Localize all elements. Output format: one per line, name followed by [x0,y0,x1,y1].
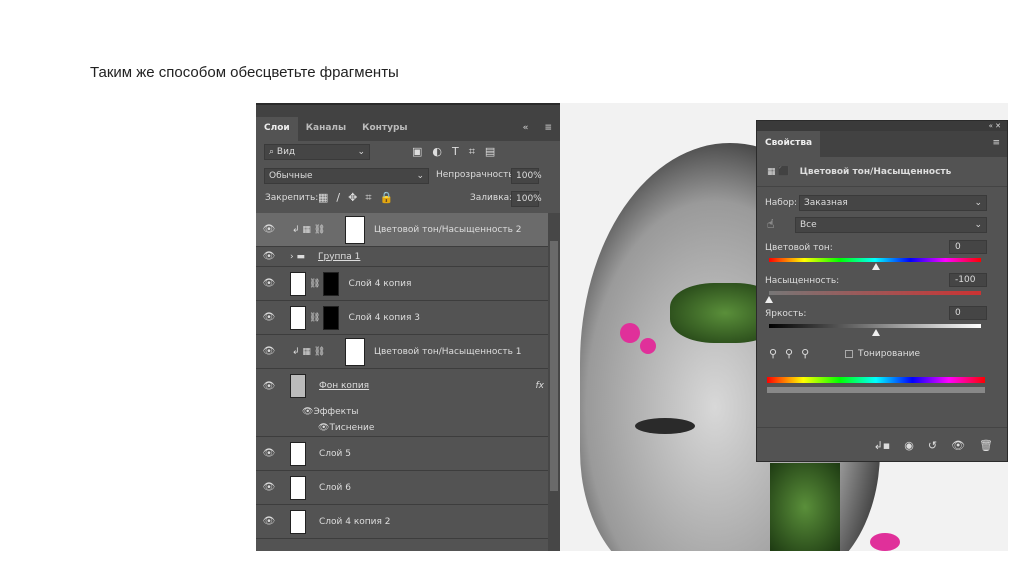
scrollbar[interactable] [548,213,560,551]
panel-menu-icon[interactable]: ≡ [536,117,560,141]
layer-row[interactable]: 👁 › ▬ Группа 1 [256,247,548,267]
reset-icon[interactable]: ↺ [928,439,937,452]
layer-row[interactable]: 👁 ↲ ▦ ⛓ Цветовой тон/Насыщенность 1 [256,335,548,369]
color-bar-top [767,377,985,383]
panel-close-icon[interactable]: « ✕ [757,121,1007,131]
blend-mode-select[interactable]: Обычные ⌄ [264,168,429,184]
layer-name: Группа 1 [318,251,361,262]
effect-name: Тиснение [329,423,375,433]
preset-value: Заказная [804,198,848,208]
visibility-eye-icon[interactable]: 👁 [256,482,282,493]
fx-icon[interactable]: fx [536,381,545,391]
layer-row[interactable]: 👁 ⛓ Слой 4 копия 3 [256,301,548,335]
lightness-label: Яркость: [765,309,807,319]
layer-name: Слой 5 [319,448,351,459]
tab-channels[interactable]: Каналы [298,117,354,141]
layers-panel: Слои Каналы Контуры « ≡ ⌕ Вид ⌄ ▣◐T⌗▤ Обы… [256,103,560,551]
visibility-eye-icon[interactable]: 👁 [256,448,282,459]
layer-name: Слой 4 копия [348,278,412,289]
layer-name: Слой 6 [319,482,351,493]
color-bar-bottom [767,387,985,393]
visibility-eye-icon[interactable]: 👁 [256,312,282,323]
layer-row[interactable]: 👁 Слой 4 копия 2 [256,505,548,539]
saturation-slider[interactable] [769,291,981,295]
lightness-slider[interactable] [769,324,981,328]
channel-select[interactable]: Все ⌄ [795,217,987,233]
fill-label: Заливка: [470,193,513,203]
slide-title: Таким же способом обесцветьте фрагменты [90,64,399,81]
properties-panel: « ✕ Свойства ≡ ▦ ⬛ Цветовой тон/Насыщеннос… [756,120,1008,462]
layer-name: Слой 4 копия 3 [348,312,420,323]
hue-slider[interactable] [769,258,981,262]
lightness-input[interactable]: 0 [949,306,987,320]
filter-kind-select[interactable]: ⌕ Вид ⌄ [264,144,370,160]
saturation-input[interactable]: -100 [949,273,987,287]
colorize-label: Тонирование [858,349,921,359]
tab-layers[interactable]: Слои [256,117,298,141]
hue-label: Цветовой тон: [765,243,833,253]
fill-input[interactable]: 100% [511,191,542,207]
visibility-eye-icon[interactable]: 👁 [951,439,965,452]
layer-name: Цветовой тон/Насыщенность 1 [374,346,522,357]
lock-label: Закрепить: [265,193,319,203]
effect-row[interactable]: 👁 Тиснение [256,420,548,437]
saturation-label: Насыщенность: [765,276,840,286]
filter-label: Вид [276,147,296,157]
colorize-checkbox[interactable]: Тонирование [845,349,920,359]
lightness-slider-thumb[interactable] [872,329,880,336]
visibility-eye-icon[interactable]: 👁 [256,346,282,357]
hand-tool-icon[interactable]: ☝ [767,217,774,231]
layer-row[interactable]: 👁 Слой 5 [256,437,548,471]
filter-icons[interactable]: ▣◐T⌗▤ [412,145,505,159]
blend-mode-value: Обычные [269,171,313,181]
layer-name: Слой 4 копия 2 [319,516,391,527]
layer-name: Фон копия [319,381,370,391]
saturation-slider-thumb[interactable] [765,296,773,303]
adjustment-icon[interactable]: ▦ ⬛ [767,167,790,177]
preset-label: Набор: [765,198,798,208]
clip-to-layer-icon[interactable]: ↲▪ [874,439,891,452]
layer-row[interactable]: 👁 Слой 6 [256,471,548,505]
panel-menu-icon[interactable]: ≡ [985,131,1007,157]
eyedropper-icons[interactable]: ⚲⚲⚲ [769,347,817,360]
channel-value: Все [800,220,817,230]
layer-name: Цветовой тон/Насыщенность 2 [374,224,522,235]
layer-row[interactable]: 👁 ↲ ▦ ⛓ Цветовой тон/Насыщенность 2 [256,213,548,247]
visibility-eye-icon[interactable]: 👁 [256,381,282,392]
lock-icons[interactable]: ▦/✥⌗🔒 [318,191,401,205]
tab-paths[interactable]: Контуры [354,117,415,141]
preset-select[interactable]: Заказная ⌄ [799,195,987,211]
layer-row[interactable]: 👁 ⛓ Слой 4 копия [256,267,548,301]
opacity-label: Непрозрачность: [436,170,517,180]
tab-properties[interactable]: Свойства [757,131,821,157]
visibility-eye-icon[interactable]: 👁 [256,251,282,262]
adjustment-title: Цветовой тон/Насыщенность [799,166,952,177]
effects-row[interactable]: 👁 Эффекты [256,403,548,420]
delete-icon[interactable]: 🗑 [979,439,993,452]
collapse-icon[interactable]: « [515,117,537,141]
hue-input[interactable]: 0 [949,240,987,254]
visibility-eye-icon[interactable]: 👁 [256,516,282,527]
hue-slider-thumb[interactable] [872,263,880,270]
layer-row[interactable]: 👁 Фон копия fx [256,369,548,403]
effects-label: Эффекты [313,406,359,417]
visibility-eye-icon[interactable]: 👁 [256,224,282,235]
view-previous-icon[interactable]: ◉ [904,439,914,452]
opacity-input[interactable]: 100% [511,168,542,184]
visibility-eye-icon[interactable]: 👁 [256,278,282,289]
